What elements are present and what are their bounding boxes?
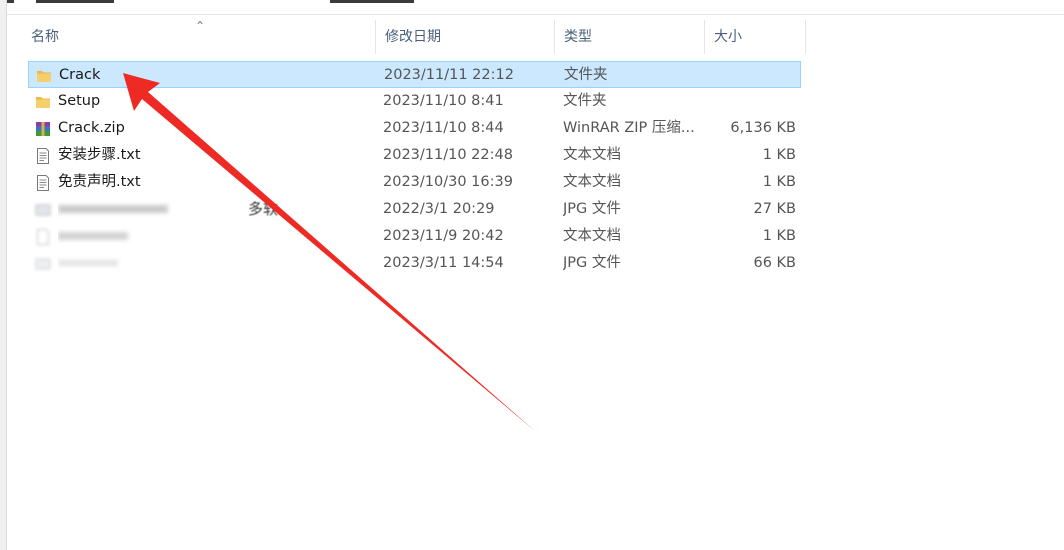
title-bar-fragment (0, 0, 1064, 15)
file-modified: 2023/11/11 22:12 (384, 67, 514, 83)
file-name-redacted (58, 223, 378, 250)
column-header-type[interactable]: 类型 (555, 20, 705, 54)
text-file-icon (35, 174, 51, 191)
file-type: WinRAR ZIP 压缩... (563, 120, 695, 136)
file-name: Crack.zip (58, 120, 125, 136)
file-row-disclaimer[interactable]: 免责声明.txt 2023/10/30 16:39 文本文档 1 KB (28, 169, 801, 196)
file-row-redacted-txt[interactable]: 2023/11/9 20:42 文本文档 1 KB (28, 223, 801, 250)
column-header-row: 名称 ⌃ 修改日期 类型 大小 (22, 20, 806, 54)
file-row-setup-folder[interactable]: Setup 2023/11/10 8:41 文件夹 (28, 88, 801, 115)
file-modified: 2023/3/11 14:54 (383, 255, 504, 271)
file-type: JPG 文件 (563, 201, 621, 217)
file-modified: 2023/11/10 8:44 (383, 120, 504, 136)
folder-icon (36, 67, 52, 83)
file-type: 文本文档 (563, 147, 621, 163)
winrar-archive-icon (35, 120, 51, 136)
file-type: 文本文档 (563, 228, 621, 244)
text-file-icon (35, 228, 51, 245)
file-size: 1 KB (762, 147, 796, 163)
file-modified: 2023/10/30 16:39 (383, 174, 513, 190)
column-header-type-label: 类型 (564, 29, 592, 45)
overlay-text-fragment: 多软 (248, 200, 279, 218)
text-file-icon (35, 147, 51, 164)
column-header-modified[interactable]: 修改日期 (376, 20, 555, 54)
column-header-size[interactable]: 大小 (705, 20, 806, 54)
file-row-install-steps[interactable]: 安装步骤.txt 2023/11/10 22:48 文本文档 1 KB (28, 142, 801, 169)
file-type: 文件夹 (564, 67, 608, 83)
file-list: Crack 2023/11/11 22:12 文件夹 Setup 2023/11… (28, 61, 801, 277)
file-size: 27 KB (753, 201, 796, 217)
column-header-modified-label: 修改日期 (385, 29, 441, 45)
column-header-name[interactable]: 名称 ⌃ (22, 20, 376, 54)
file-modified: 2023/11/9 20:42 (383, 228, 504, 244)
file-row-crack-zip[interactable]: Crack.zip 2023/11/10 8:44 WinRAR ZIP 压缩.… (28, 115, 801, 142)
file-name: Crack (59, 67, 101, 83)
sort-ascending-icon: ⌃ (195, 19, 206, 33)
file-row-redacted-jpg[interactable]: 2022/3/1 20:29 JPG 文件 27 KB (28, 196, 801, 223)
file-modified: 2023/11/10 22:48 (383, 147, 513, 163)
file-size: 66 KB (753, 255, 796, 271)
file-modified: 2023/11/10 8:41 (383, 93, 504, 109)
file-modified: 2022/3/1 20:29 (383, 201, 495, 217)
title-text-fragment (36, 0, 114, 3)
file-explorer-window: 名称 ⌃ 修改日期 类型 大小 Crack 2023/11/11 22:12 文… (0, 0, 1064, 550)
title-text-fragment (330, 0, 414, 3)
file-size: 6,136 KB (730, 120, 796, 136)
file-name-redacted (58, 196, 378, 223)
column-header-size-label: 大小 (714, 29, 742, 45)
file-row-redacted-jpg-2[interactable]: 2023/3/11 14:54 JPG 文件 66 KB (28, 250, 801, 277)
file-type: JPG 文件 (563, 255, 621, 271)
file-size: 1 KB (762, 228, 796, 244)
file-size: 1 KB (762, 174, 796, 190)
file-name: Setup (58, 93, 101, 109)
file-row-crack-folder[interactable]: Crack 2023/11/11 22:12 文件夹 (28, 61, 801, 88)
file-name: 安装步骤.txt (58, 147, 141, 163)
file-type: 文本文档 (563, 174, 621, 190)
file-name-redacted (58, 250, 378, 277)
folder-icon (35, 93, 51, 109)
file-type: 文件夹 (563, 93, 607, 109)
image-file-icon (35, 255, 51, 271)
file-name: 免责声明.txt (58, 174, 141, 190)
column-header-name-label: 名称 (31, 29, 59, 45)
navigation-pane-edge (0, 0, 7, 550)
image-file-icon (35, 201, 51, 217)
